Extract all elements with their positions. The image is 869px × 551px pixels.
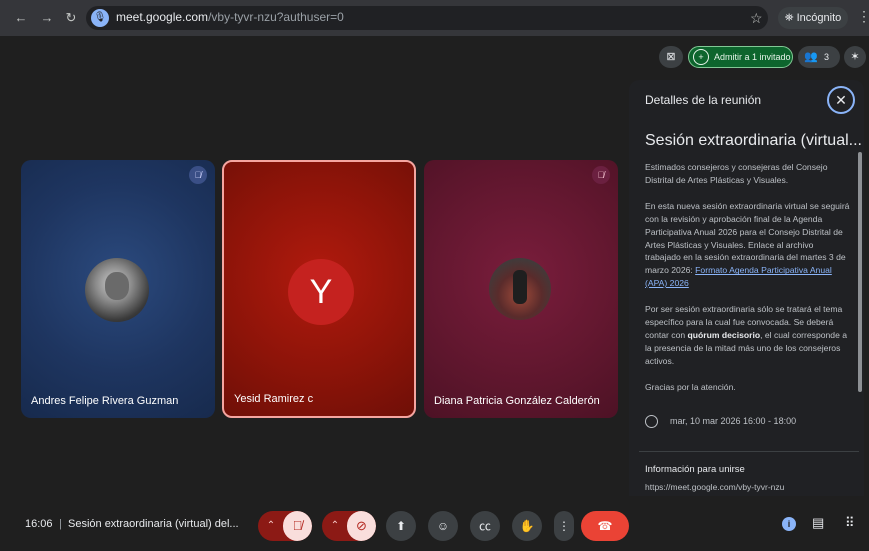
people-button[interactable]: 👥 3	[798, 46, 840, 68]
forward-icon[interactable]: →	[38, 9, 56, 27]
participant-tile[interactable]: 🎙̸ Diana Patricia González Calderón	[424, 160, 618, 418]
meeting-info-icon[interactable]: i	[782, 517, 796, 531]
people-icon: 👥	[804, 51, 818, 63]
close-icon[interactable]: ✕	[827, 86, 855, 114]
participant-name: Andres Felipe Rivera Guzman	[31, 395, 179, 407]
admit-guest-button[interactable]: + Admitir a 1 invitado	[688, 46, 793, 68]
admit-label: Admitir a 1 invitado	[714, 52, 791, 62]
url-text[interactable]: meet.google.com/vby-tyvr-nzu?authuser=0	[116, 10, 344, 24]
description-paragraph: Estimados consejeros y consejeras del Co…	[645, 162, 828, 185]
site-info-icon[interactable]: 🎙	[91, 9, 109, 27]
bookmark-star-icon[interactable]: ☆	[750, 10, 763, 27]
mic-control: ⌃ 🎙̸	[258, 511, 312, 541]
participant-tile-active[interactable]: Y Yesid Ramirez c	[222, 160, 416, 418]
chat-icon[interactable]: ▤	[812, 515, 824, 531]
join-url[interactable]: https://meet.google.com/vby-tyvr-nzu	[645, 482, 784, 492]
captions-button[interactable]: ㏄	[470, 511, 500, 541]
incognito-label: Incógnito	[796, 12, 842, 24]
participant-tile[interactable]: 🎙̸ Andres Felipe Rivera Guzman	[21, 160, 215, 418]
activities-icon[interactable]: ⠿	[845, 515, 855, 531]
camera-off-button[interactable]: ⊘	[347, 511, 376, 541]
people-count: 3	[824, 52, 830, 62]
captions-off-icon[interactable]: ⊠	[659, 46, 683, 68]
avatar	[489, 258, 551, 320]
join-info-heading: Información para unirse	[645, 464, 745, 475]
separator: |	[59, 518, 62, 530]
mic-off-icon: 🎙̸	[189, 166, 207, 184]
more-options-button[interactable]: ⋮	[554, 511, 574, 541]
description-paragraph: En esta nueva sesión extraordinaria virt…	[645, 200, 850, 290]
leave-call-button[interactable]: ☎	[581, 511, 629, 541]
present-screen-button[interactable]: ⬆	[386, 511, 416, 541]
reload-icon[interactable]: ↻	[62, 9, 80, 27]
mic-options-chevron-icon[interactable]: ⌃	[258, 511, 284, 541]
avatar	[85, 258, 149, 322]
mic-off-button[interactable]: 🎙̸	[283, 511, 312, 541]
back-icon[interactable]: ←	[12, 9, 30, 27]
participant-name: Diana Patricia González Calderón	[434, 395, 600, 407]
meeting-datetime: mar, 10 mar 2026 16:00 - 18:00	[645, 415, 796, 428]
incognito-icon: ⛯	[784, 12, 797, 24]
incognito-badge[interactable]: ⛯ Incógnito	[778, 7, 848, 29]
browser-toolbar: ← → ↻ 🎙 meet.google.com/vby-tyvr-nzu?aut…	[0, 0, 869, 36]
description-paragraph: Gracias por la atención.	[645, 381, 736, 392]
browser-menu-icon[interactable]: ⋮	[857, 8, 869, 25]
avatar-figure	[513, 270, 527, 304]
url-host: meet.google.com	[116, 10, 209, 24]
divider	[639, 451, 859, 452]
bottom-meeting-title: Sesión extraordinaria (virtual) del...	[68, 518, 239, 530]
mic-off-icon: 🎙̸	[592, 166, 610, 184]
clock-icon	[645, 415, 658, 428]
add-person-icon: +	[693, 49, 709, 65]
address-bar[interactable]: 🎙 meet.google.com/vby-tyvr-nzu?authuser=…	[86, 6, 768, 30]
raise-hand-button[interactable]: ✋	[512, 511, 542, 541]
description-bold: quórum decisorio	[687, 329, 761, 340]
participant-name: Yesid Ramirez c	[234, 393, 314, 405]
datetime-text: mar, 10 mar 2026 16:00 - 18:00	[670, 415, 797, 426]
pin-off-icon[interactable]: ✶	[844, 46, 866, 68]
panel-heading: Detalles de la reunión	[645, 93, 762, 107]
camera-control: ⌃ ⊘	[322, 511, 376, 541]
meeting-details-panel: Detalles de la reunión ✕ Sesión extraord…	[629, 80, 864, 496]
avatar: Y	[288, 259, 354, 325]
description-paragraph: Por ser sesión extraordinaria sólo se tr…	[645, 303, 850, 368]
camera-options-chevron-icon[interactable]: ⌃	[322, 511, 348, 541]
current-time: 16:06	[25, 518, 53, 530]
avatar-face	[105, 272, 129, 300]
url-path: /vby-tyvr-nzu?authuser=0	[208, 10, 344, 24]
panel-scrollbar[interactable]	[858, 152, 862, 392]
emoji-reactions-button[interactable]: ☺	[428, 511, 458, 541]
meeting-title: Sesión extraordinaria (virtual...	[645, 132, 862, 149]
meeting-description: Estimados consejeros y consejeras del Co…	[645, 161, 850, 407]
